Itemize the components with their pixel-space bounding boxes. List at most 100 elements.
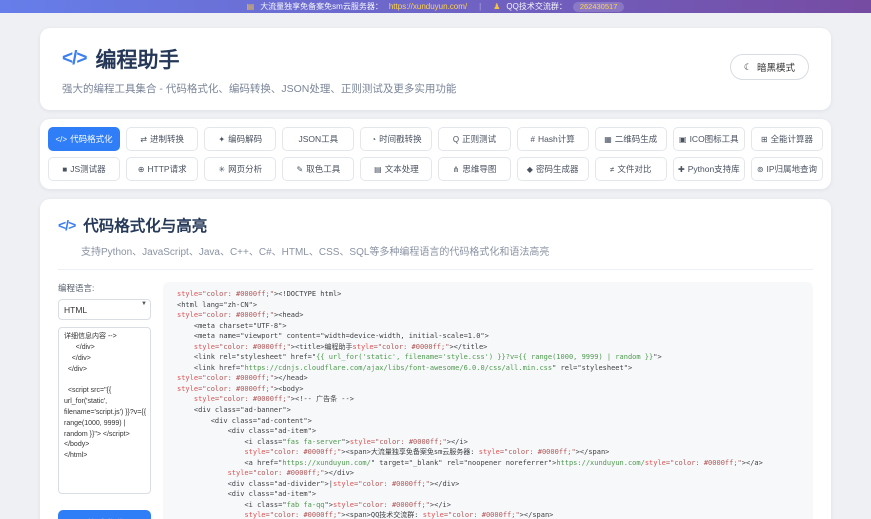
ip-lookup-icon: ⊚ (757, 165, 764, 174)
tool-sidebar: 编程语言: HTML ▼ ✎ 格式化代码 (58, 282, 151, 519)
code-line: style="color: #0000ff;"><head> (177, 310, 799, 321)
tab-code-format[interactable]: </>代码格式化 (48, 127, 120, 151)
file-diff-icon: ≠ (610, 165, 614, 174)
web-analyze-icon: ✳ (218, 165, 225, 174)
tool-tabs-card: </>代码格式化⇄进制转换✦编码解码JSON工具◔时间戳转换Q正则测试#Hash… (40, 119, 831, 189)
tab-label: 文本处理 (385, 163, 419, 175)
tool-code-icon: </> (58, 217, 75, 233)
code-line: style="color: #0000ff;"><span>大流量独享免备案免s… (177, 447, 799, 458)
calculator-icon: ⊞ (761, 135, 768, 144)
code-format-icon: </> (56, 135, 68, 144)
tab-label: 进制转换 (150, 133, 184, 145)
code-line: style="color: #0000ff;"></head> (177, 373, 799, 384)
regex-test-icon: Q (453, 135, 459, 144)
qq-group-number-badge[interactable]: 262430517 (573, 2, 625, 12)
tab-label: Python支持库 (688, 163, 740, 175)
code-line: style="color: #0000ff;"><title>编程助手style… (177, 342, 799, 353)
tab-label: JSON工具 (299, 133, 339, 145)
code-line: <div class="ad-item"> (177, 489, 799, 500)
code-line: <meta charset="UTF-8"> (177, 321, 799, 332)
tab-color-picker[interactable]: ✎取色工具 (282, 157, 354, 181)
tab-label: 全能计算器 (771, 133, 814, 145)
format-code-button[interactable]: ✎ 格式化代码 (58, 510, 151, 519)
qq-icon: ♟ (493, 2, 500, 11)
code-input-textarea[interactable] (58, 327, 151, 494)
tab-qrcode-gen[interactable]: ▦二维码生成 (595, 127, 667, 151)
code-line: <div class="ad-content"> (177, 416, 799, 427)
http-request-icon: ⊕ (138, 165, 145, 174)
code-line: style="color: #0000ff;"><!DOCTYPE html> (177, 289, 799, 300)
top-promo-bar: ▤ 大流量独享免备案免sm云服务器： https://xunduyun.com/… (0, 0, 871, 13)
code-output-panel: style="color: #0000ff;"><!DOCTYPE html><… (163, 282, 813, 519)
color-picker-icon: ✎ (296, 165, 303, 174)
ico-tools-icon: ▣ (679, 135, 687, 144)
tab-label: ICO图标工具 (690, 133, 739, 145)
tab-ip-lookup[interactable]: ⊚IP归属地查询 (751, 157, 823, 181)
mind-map-icon: ⋔ (453, 165, 460, 174)
code-line: style="color: #0000ff;"></div> (177, 468, 799, 479)
tab-js-tester[interactable]: ■JS测试器 (48, 157, 120, 181)
tab-file-diff[interactable]: ≠文件对比 (595, 157, 667, 181)
language-label: 编程语言: (58, 282, 151, 294)
code-line: <a href="https://xunduyun.com/" target="… (177, 458, 799, 469)
js-tester-icon: ■ (62, 165, 67, 174)
tab-python-libs[interactable]: ✚Python支持库 (673, 157, 745, 181)
topbar-separator: | (479, 2, 481, 11)
tab-label: IP归属地查询 (767, 163, 818, 175)
tab-mind-map[interactable]: ⋔思维导图 (438, 157, 510, 181)
timestamp-icon: ◔ (371, 135, 376, 144)
tool-title: 代码格式化与高亮 (83, 214, 207, 236)
code-format-tool-card: </> 代码格式化与高亮 支持Python、JavaScript、Java、C+… (40, 199, 831, 519)
tab-timestamp[interactable]: ◔时间戳转换 (360, 127, 432, 151)
code-line: <link rel="stylesheet" href="{{ url_for(… (177, 352, 799, 363)
tab-label: 编码解码 (228, 133, 262, 145)
tab-password-gen[interactable]: ◆密码生成器 (517, 157, 589, 181)
server-icon: ▤ (247, 2, 255, 11)
tab-label: HTTP请求 (147, 163, 186, 175)
dark-mode-label: 暗黑模式 (757, 60, 795, 74)
app-header: </> 编程助手 强大的编程工具集合 - 代码格式化、编码转换、JSON处理、正… (40, 28, 831, 110)
tab-ico-tools[interactable]: ▣ICO图标工具 (673, 127, 745, 151)
tab-hash-calc[interactable]: # Hash计算 (517, 127, 589, 151)
tab-label: 文件对比 (617, 163, 651, 175)
tab-calculator[interactable]: ⊞全能计算器 (751, 127, 823, 151)
tab-encode-decode[interactable]: ✦编码解码 (204, 127, 276, 151)
tab-label: 正则测试 (462, 133, 496, 145)
dark-mode-button[interactable]: ☾ 暗黑模式 (730, 54, 809, 80)
code-line: <i class="fab fa-qq">style="color: #0000… (177, 500, 799, 511)
divider (58, 269, 813, 270)
tool-tabs-grid: </>代码格式化⇄进制转换✦编码解码JSON工具◔时间戳转换Q正则测试#Hash… (48, 127, 823, 181)
tool-subtitle: 支持Python、JavaScript、Java、C++、C#、HTML、CSS… (81, 243, 813, 258)
promo-text: 大流量独享免备案免sm云服务器： (260, 1, 383, 12)
tab-http-request[interactable]: ⊕HTTP请求 (126, 157, 198, 181)
tab-regex-test[interactable]: Q正则测试 (438, 127, 510, 151)
language-select[interactable]: HTML (58, 299, 151, 320)
code-line: <link href="https://cdnjs.cloudflare.com… (177, 363, 799, 374)
code-line: <i class="fas fa-server">style="color: #… (177, 437, 799, 448)
tab-label: 二维码生成 (615, 133, 658, 145)
tab-label: 密码生成器 (536, 163, 579, 175)
hash-calc-icon: # (530, 135, 534, 144)
page-title: 编程助手 (95, 44, 179, 74)
code-line: style="color: #0000ff;"><span>QQ技术交流群: s… (177, 510, 799, 519)
tab-label: 网页分析 (228, 163, 262, 175)
tab-label: 代码格式化 (70, 133, 113, 145)
code-line: style="color: #0000ff;"><!-- 广告条 --> (177, 394, 799, 405)
code-line: <html lang="zh-CN"> (177, 300, 799, 311)
tab-label: Hash计算 (538, 133, 575, 145)
promo-link[interactable]: https://xunduyun.com/ (389, 2, 467, 11)
code-line: <div class="ad-item"> (177, 426, 799, 437)
code-line: <div class="ad-banner"> (177, 405, 799, 416)
qrcode-gen-icon: ▦ (604, 135, 612, 144)
python-libs-icon: ✚ (678, 165, 685, 174)
code-line: <div class="ad-divider">|style="color: #… (177, 479, 799, 490)
tab-json-tools[interactable]: JSON工具 (282, 127, 354, 151)
tab-label: 时间戳转换 (379, 133, 422, 145)
base-convert-icon: ⇄ (140, 135, 147, 144)
tab-text-process[interactable]: ▤文本处理 (360, 157, 432, 181)
encode-decode-icon: ✦ (218, 135, 225, 144)
tab-base-convert[interactable]: ⇄进制转换 (126, 127, 198, 151)
tab-web-analyze[interactable]: ✳网页分析 (204, 157, 276, 181)
tab-label: 取色工具 (306, 163, 340, 175)
qq-group-label: QQ技术交流群： (506, 1, 566, 12)
